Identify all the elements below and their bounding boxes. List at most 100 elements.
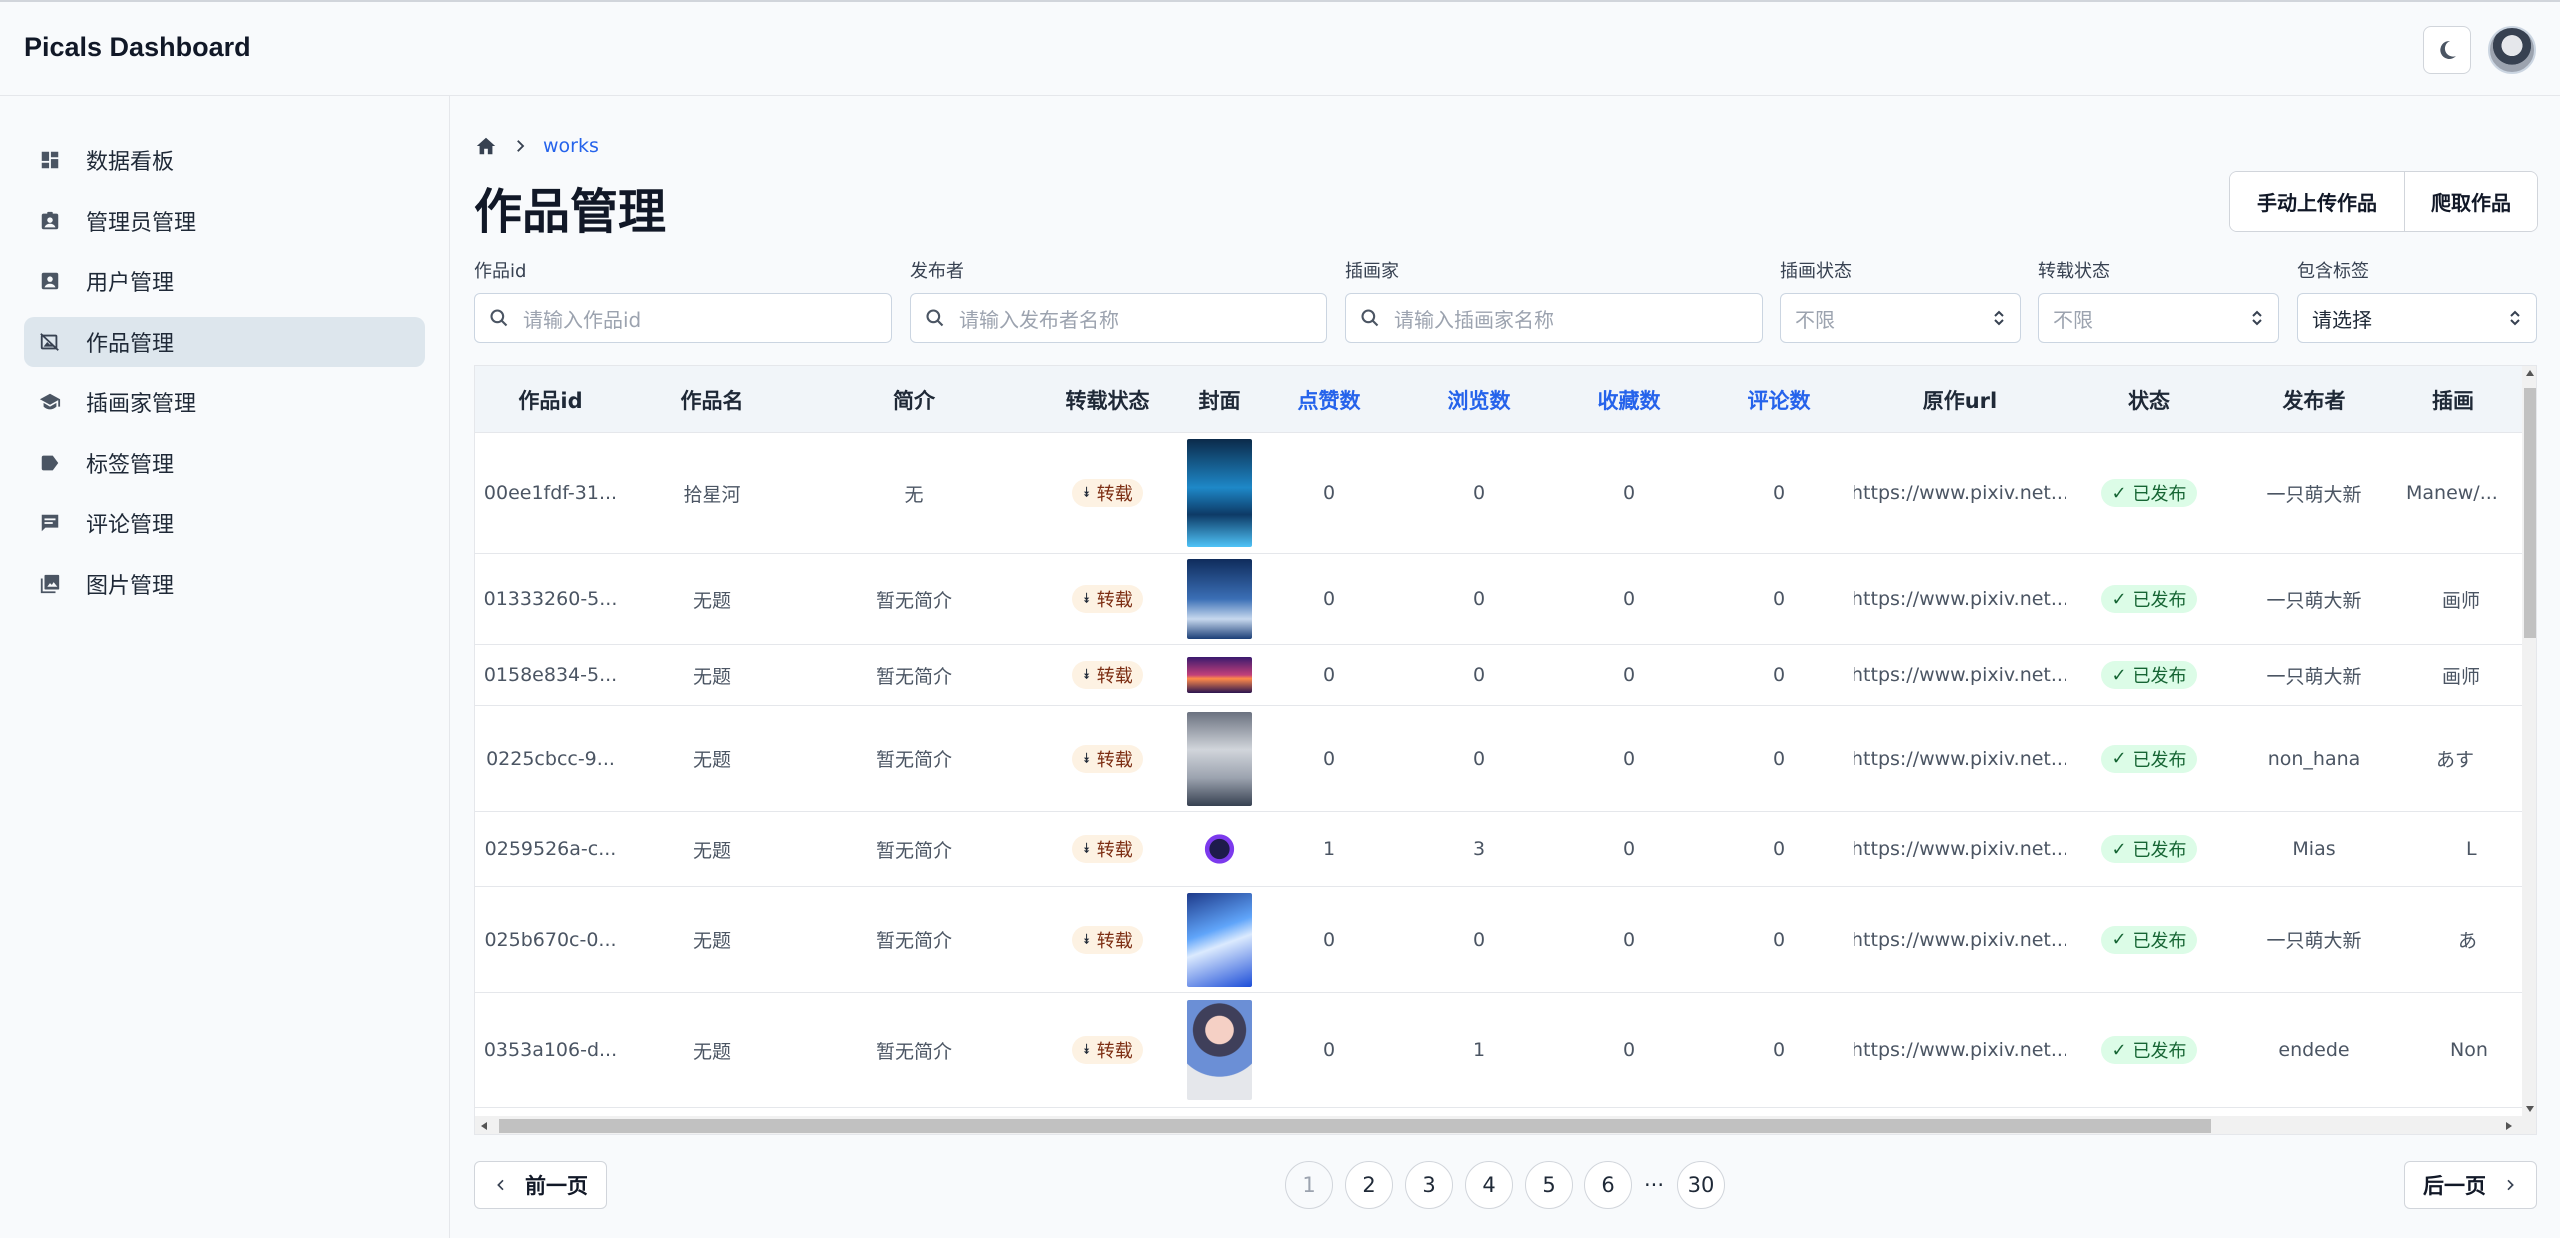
cover-thumbnail[interactable] <box>1187 711 1252 806</box>
cell-work-id: 0225cbcc-9... <box>486 747 615 770</box>
cover-thumbnail[interactable] <box>1187 657 1252 693</box>
cell-url[interactable]: https://www.pixiv.net... <box>1854 433 2066 553</box>
page-number-5[interactable]: 5 <box>1525 1161 1573 1209</box>
cell-views: 0 <box>1472 747 1486 770</box>
page-number-4[interactable]: 4 <box>1465 1161 1513 1209</box>
sidebar-item-dashboard[interactable]: 数据看板 <box>24 135 425 185</box>
page-number-last[interactable]: 30 <box>1677 1161 1725 1209</box>
cover-thumbnail[interactable] <box>1187 892 1252 987</box>
col-favorites-sort[interactable]: 收藏数 <box>1554 366 1704 433</box>
cell-url[interactable]: https://www.pixiv.net... <box>1854 645 2066 705</box>
theme-toggle-button[interactable] <box>2423 26 2471 74</box>
cell-status: ✓ 已发布 <box>2066 645 2232 705</box>
cell-cover[interactable] <box>1185 645 1254 705</box>
tags-select[interactable]: 请选择 <box>2297 293 2537 343</box>
repost-icon: ⯯ <box>1082 591 1091 607</box>
crawl-works-button[interactable]: 爬取作品 <box>2404 172 2537 231</box>
scroll-up-arrow-icon[interactable] <box>2526 370 2534 376</box>
table-row[interactable]: 0225cbcc-9... 无题 暂无简介 ⯯ 转载 0 0 0 0 https:… <box>475 706 2522 812</box>
sidebar-item-admins[interactable]: 管理员管理 <box>24 196 425 246</box>
cell-cover[interactable] <box>1185 812 1254 886</box>
table-row[interactable]: 01333260-5... 无题 暂无简介 ⯯ 转载 0 0 0 0 https:… <box>475 554 2522 645</box>
cell-cover[interactable] <box>1185 993 1254 1107</box>
cell-url[interactable]: https://www.pixiv.net... <box>1854 554 2066 644</box>
cell-cover[interactable] <box>1185 706 1254 811</box>
col-comments-sort[interactable]: 评论数 <box>1704 366 1854 433</box>
illustrator-input[interactable]: 请输入插画家名称 <box>1345 293 1763 343</box>
sidebar-item-works[interactable]: 作品管理 <box>24 317 425 367</box>
user-avatar[interactable] <box>2488 26 2536 74</box>
col-likes-sort[interactable]: 点赞数 <box>1254 366 1404 433</box>
horizontal-scroll-thumb[interactable] <box>499 1119 2211 1133</box>
image-stack-icon <box>38 572 62 596</box>
scroll-left-arrow-icon[interactable] <box>481 1122 487 1130</box>
cover-thumbnail[interactable] <box>1187 1000 1252 1100</box>
work-id-input[interactable]: 请输入作品id <box>474 293 892 343</box>
table-row[interactable]: 00ee1fdf-31... 拾星河 无 ⯯ 转载 0 0 0 0 https:/… <box>475 433 2522 554</box>
col-views-sort[interactable]: 浏览数 <box>1404 366 1554 433</box>
cell-likes: 0 <box>1322 664 1336 686</box>
page-number-1[interactable]: 1 <box>1285 1161 1333 1209</box>
manual-upload-button[interactable]: 手动上传作品 <box>2230 172 2404 231</box>
sidebar-item-images[interactable]: 图片管理 <box>24 559 425 609</box>
sidebar-item-users[interactable]: 用户管理 <box>24 256 425 306</box>
publisher-input[interactable]: 请输入发布者名称 <box>910 293 1327 343</box>
cell-work-name: 无题 <box>692 839 731 862</box>
sidebar-item-tags[interactable]: 标签管理 <box>24 438 425 488</box>
col-work-id: 作品id <box>518 388 583 413</box>
cell-url[interactable]: https://www.pixiv.net... <box>1854 706 2066 811</box>
check-icon: ✓ <box>2111 748 2127 769</box>
filter-illustrator: 插画家 请输入插画家名称 <box>1345 257 1763 343</box>
horizontal-scrollbar[interactable] <box>475 1116 2536 1134</box>
cell-illustrator: Non <box>2450 1039 2488 1061</box>
chevron-left-icon <box>497 1179 504 1191</box>
cell-cover[interactable] <box>1185 433 1254 553</box>
table-row[interactable]: 0353a106-d... 无题 暂无简介 ⯯ 转载 0 1 0 0 https:… <box>475 993 2522 1108</box>
repost-label: 转载 <box>1096 749 1133 771</box>
prev-page-button[interactable]: 前一页 <box>474 1161 607 1209</box>
pagination-ellipsis: ··· <box>1644 1173 1665 1197</box>
repost-icon: ⯯ <box>1082 667 1091 683</box>
scroll-down-arrow-icon[interactable] <box>2526 1106 2534 1112</box>
updown-chevron-icon <box>2510 310 2520 326</box>
cover-thumbnail[interactable] <box>1187 559 1252 639</box>
next-page-button[interactable]: 后一页 <box>2404 1161 2537 1209</box>
breadcrumb-works-link[interactable]: works <box>543 135 599 157</box>
cell-intro: 暂无简介 <box>875 839 952 862</box>
vertical-scroll-thumb[interactable] <box>2524 388 2536 638</box>
home-icon[interactable] <box>475 135 497 157</box>
search-icon <box>1361 309 1379 327</box>
cell-intro: 无 <box>904 483 924 506</box>
table-row[interactable]: 025b670c-0... 无题 暂无简介 ⯯ 转载 0 0 0 0 https:… <box>475 887 2522 993</box>
cell-url[interactable]: https://www.pixiv.net... <box>1854 812 2066 886</box>
table-row[interactable]: 0259526a-c... 无题 暂无简介 ⯯ 转载 1 3 0 0 https:… <box>475 812 2522 887</box>
cell-views: 3 <box>1472 838 1486 860</box>
next-page-label: 后一页 <box>2423 1174 2486 1198</box>
sidebar-item-illustrators[interactable]: 插画家管理 <box>24 377 425 427</box>
page-number-2[interactable]: 2 <box>1345 1161 1393 1209</box>
cell-cover[interactable] <box>1185 554 1254 644</box>
repost-icon: ⯯ <box>1082 485 1091 501</box>
illus-status-select[interactable]: 不限 <box>1780 293 2021 343</box>
scroll-right-arrow-icon[interactable] <box>2506 1122 2512 1130</box>
cell-views: 1 <box>1472 1039 1486 1061</box>
cell-illustrator: 画师 <box>2442 665 2481 688</box>
sidebar-item-comments[interactable]: 评论管理 <box>24 498 425 548</box>
cover-thumbnail[interactable] <box>1187 818 1252 880</box>
table-row[interactable]: 0158e834-5... 无题 暂无简介 ⯯ 转载 0 0 0 0 https:… <box>475 645 2522 706</box>
cover-thumbnail[interactable] <box>1187 439 1252 547</box>
cell-url[interactable]: https://www.pixiv.net... <box>1854 993 2066 1107</box>
col-intro: 简介 <box>893 388 935 413</box>
sidebar-item-label: 作品管理 <box>86 332 175 357</box>
cell-comments: 0 <box>1772 664 1786 686</box>
cell-publisher: endede <box>2278 1039 2350 1061</box>
published-badge: ✓ 已发布 <box>2101 1036 2197 1064</box>
vertical-scrollbar[interactable] <box>2522 366 2536 1116</box>
cell-url[interactable]: https://www.pixiv.net... <box>1854 887 2066 992</box>
col-repost-status: 转载状态 <box>1065 388 1150 413</box>
cell-cover[interactable] <box>1185 887 1254 992</box>
repost-status-select[interactable]: 不限 <box>2038 293 2279 343</box>
page-number-3[interactable]: 3 <box>1405 1161 1453 1209</box>
status-label: 已发布 <box>2132 666 2187 687</box>
page-number-6[interactable]: 6 <box>1584 1161 1632 1209</box>
